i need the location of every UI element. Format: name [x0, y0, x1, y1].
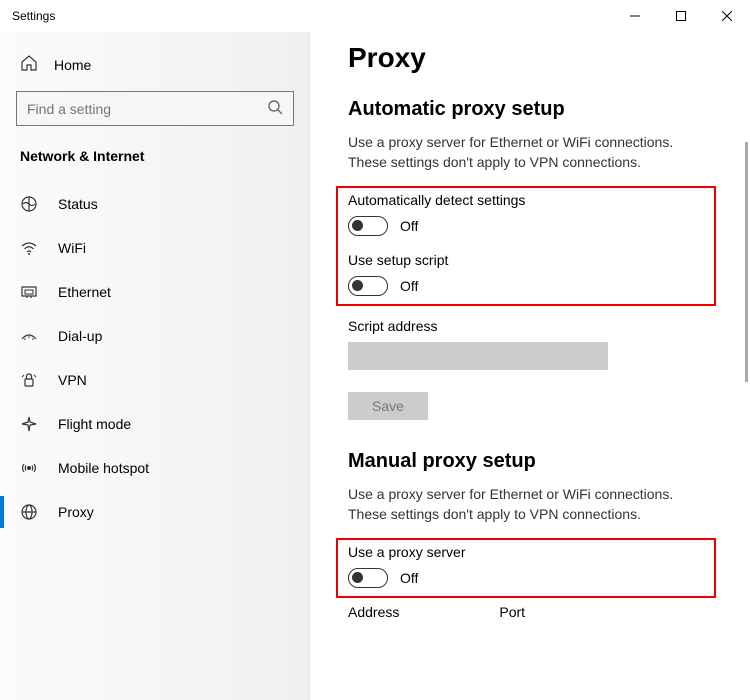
search-field[interactable]: [27, 101, 267, 117]
ethernet-icon: [20, 283, 38, 301]
search-input[interactable]: [16, 91, 294, 126]
dialup-icon: [20, 327, 38, 345]
scrollbar-thumb[interactable]: [745, 142, 748, 382]
home-icon: [20, 54, 38, 75]
manual-section-desc: Use a proxy server for Ethernet or WiFi …: [348, 485, 708, 524]
use-script-label: Use setup script: [348, 252, 704, 268]
sidebar: Home Network & Internet Status WiFi Et: [0, 32, 310, 700]
script-address-label: Script address: [348, 318, 710, 334]
sidebar-item-label: Mobile hotspot: [58, 460, 149, 476]
maximize-button[interactable]: [658, 0, 704, 32]
proxy-icon: [20, 503, 38, 521]
sidebar-item-proxy[interactable]: Proxy: [0, 490, 310, 534]
auto-detect-label: Automatically detect settings: [348, 192, 704, 208]
sidebar-item-dialup[interactable]: Dial-up: [0, 314, 310, 358]
page-title: Proxy: [348, 42, 710, 74]
close-icon: [722, 11, 732, 21]
script-address-input[interactable]: [348, 342, 608, 370]
sidebar-item-ethernet[interactable]: Ethernet: [0, 270, 310, 314]
use-script-toggle[interactable]: [348, 276, 388, 296]
minimize-icon: [630, 11, 640, 21]
vpn-icon: [20, 371, 38, 389]
wifi-icon: [20, 239, 38, 257]
manual-section-title: Manual proxy setup: [348, 450, 710, 473]
sidebar-home-label: Home: [54, 57, 91, 73]
auto-section-title: Automatic proxy setup: [348, 98, 710, 121]
sidebar-nav: Status WiFi Ethernet Dial-up VPN Flight …: [0, 182, 310, 534]
sidebar-item-label: Status: [58, 196, 98, 212]
minimize-button[interactable]: [612, 0, 658, 32]
status-icon: [20, 195, 38, 213]
sidebar-item-label: Proxy: [58, 504, 94, 520]
use-proxy-toggle[interactable]: [348, 568, 388, 588]
hotspot-icon: [20, 459, 38, 477]
close-button[interactable]: [704, 0, 750, 32]
save-button[interactable]: Save: [348, 392, 428, 420]
sidebar-item-label: WiFi: [58, 240, 86, 256]
port-label: Port: [499, 604, 525, 620]
sidebar-item-flight-mode[interactable]: Flight mode: [0, 402, 310, 446]
sidebar-item-vpn[interactable]: VPN: [0, 358, 310, 402]
maximize-icon: [676, 11, 686, 21]
window-controls: [612, 0, 750, 32]
sidebar-item-wifi[interactable]: WiFi: [0, 226, 310, 270]
auto-highlight-box: Automatically detect settings Off Use se…: [336, 186, 716, 306]
auto-detect-toggle[interactable]: [348, 216, 388, 236]
window-title: Settings: [12, 9, 55, 23]
search-icon: [267, 99, 283, 118]
use-proxy-label: Use a proxy server: [348, 544, 704, 560]
sidebar-category-title: Network & Internet: [0, 146, 310, 182]
address-label: Address: [348, 604, 399, 620]
content-area: Proxy Automatic proxy setup Use a proxy …: [310, 32, 750, 700]
sidebar-item-label: VPN: [58, 372, 87, 388]
sidebar-home[interactable]: Home: [0, 44, 310, 85]
sidebar-item-label: Dial-up: [58, 328, 102, 344]
auto-detect-state: Off: [400, 218, 418, 234]
scrollbar[interactable]: [744, 32, 748, 700]
sidebar-item-mobile-hotspot[interactable]: Mobile hotspot: [0, 446, 310, 490]
auto-section-desc: Use a proxy server for Ethernet or WiFi …: [348, 133, 708, 172]
sidebar-item-label: Ethernet: [58, 284, 111, 300]
sidebar-item-status[interactable]: Status: [0, 182, 310, 226]
use-script-state: Off: [400, 278, 418, 294]
flight-icon: [20, 415, 38, 433]
titlebar: Settings: [0, 0, 750, 32]
manual-highlight-box: Use a proxy server Off: [336, 538, 716, 598]
use-proxy-state: Off: [400, 570, 418, 586]
sidebar-item-label: Flight mode: [58, 416, 131, 432]
